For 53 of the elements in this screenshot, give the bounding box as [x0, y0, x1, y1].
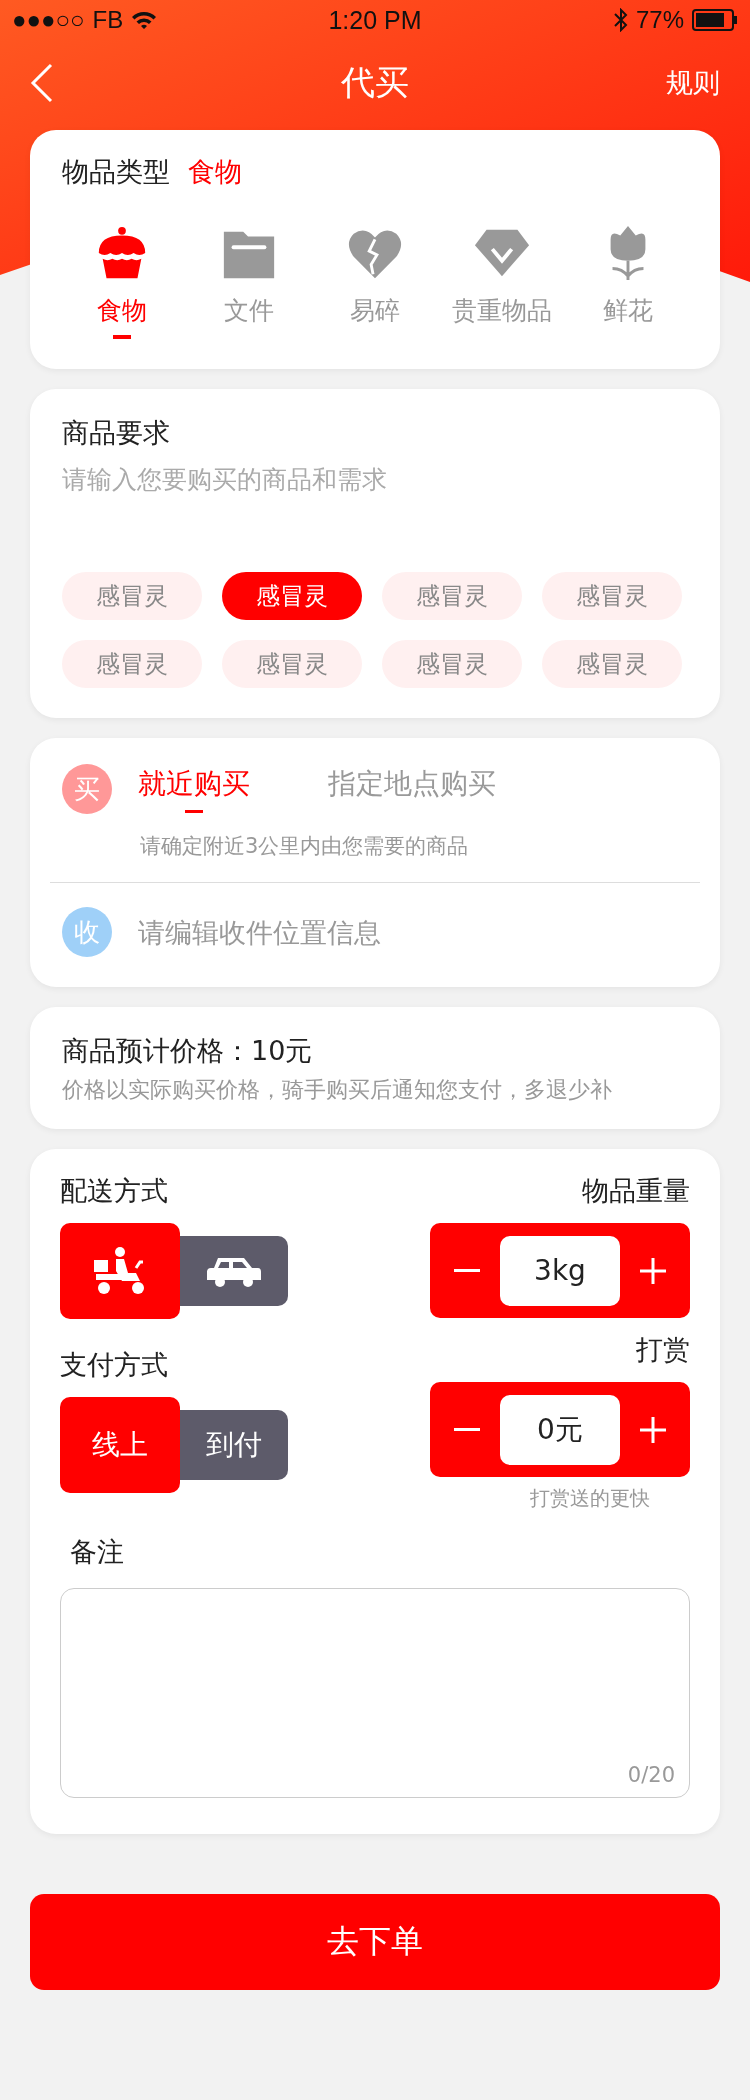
item-type-value: 食物	[188, 155, 242, 189]
back-icon[interactable]	[30, 63, 54, 103]
suggestion-tag[interactable]: 感冒灵	[222, 640, 362, 688]
minus-icon	[454, 1268, 480, 1273]
remark-label: 备注	[70, 1535, 125, 1569]
category-tab[interactable]: 文件	[188, 224, 309, 339]
purchase-tab[interactable]: 指定地点购买	[328, 765, 496, 813]
receive-badge: 收	[62, 907, 112, 957]
weight-value: 3kg	[500, 1235, 620, 1306]
suggestion-tag[interactable]: 感冒灵	[542, 640, 682, 688]
bluetooth-icon	[613, 8, 628, 32]
plus-icon	[640, 1257, 666, 1284]
delivery-label: 配送方式	[60, 1174, 168, 1208]
payment-option[interactable]: 线上	[60, 1397, 180, 1493]
signal-dots: ●●●○○	[12, 6, 85, 34]
suggestion-tag[interactable]: 感冒灵	[222, 572, 362, 620]
requirements-title: 商品要求	[62, 416, 171, 450]
carrier-name: FB	[92, 6, 124, 34]
remark-field[interactable]: 0/20	[60, 1588, 690, 1798]
battery-icon	[692, 9, 738, 31]
weight-label: 物品重量	[582, 1174, 690, 1208]
plus-icon	[640, 1416, 666, 1443]
submit-order-button[interactable]: 去下单	[30, 1894, 720, 1990]
suggestion-tag[interactable]: 感冒灵	[62, 572, 202, 620]
buy-badge: 买	[62, 764, 112, 814]
category-tab[interactable]: 鲜花	[568, 224, 688, 339]
tip-value: 0元	[500, 1394, 620, 1465]
battery-percent: 77%	[635, 6, 684, 34]
price-estimate: 商品预计价格：10元	[62, 1034, 314, 1068]
payment-label: 支付方式	[60, 1348, 168, 1382]
requirements-placeholder[interactable]: 请输入您要购买的商品和需求	[62, 463, 688, 496]
suggestion-tag[interactable]: 感冒灵	[382, 572, 522, 620]
suggestion-tag[interactable]: 感冒灵	[62, 640, 202, 688]
status-time: 1:20 PM	[328, 5, 422, 35]
category-tab[interactable]: 贵重物品	[441, 224, 562, 339]
category-tab[interactable]: 食物	[62, 224, 182, 339]
payment-option[interactable]: 到付	[180, 1410, 288, 1480]
item-type-label: 物品类型	[62, 155, 170, 189]
page-title: 代买	[341, 61, 409, 104]
rules-link[interactable]: 规则	[666, 65, 720, 101]
minus-icon	[454, 1427, 480, 1432]
delivery-option[interactable]	[180, 1236, 288, 1306]
wifi-icon	[131, 10, 158, 30]
tip-note: 打赏送的更快	[530, 1485, 650, 1512]
tip-label: 打赏	[636, 1333, 690, 1367]
category-tab[interactable]: 易碎	[315, 224, 435, 339]
character-counter: 0/20	[627, 1763, 675, 1787]
purchase-tab[interactable]: 就近购买	[138, 765, 250, 813]
price-note: 价格以实际购买价格，骑手购买后通知您支付，多退少补	[62, 1076, 613, 1104]
delivery-option[interactable]	[60, 1223, 180, 1319]
purchase-hint: 请确定附近3公里内由您需要的商品	[140, 833, 470, 860]
suggestion-tag[interactable]: 感冒灵	[382, 640, 522, 688]
suggestion-tag[interactable]: 感冒灵	[542, 572, 682, 620]
